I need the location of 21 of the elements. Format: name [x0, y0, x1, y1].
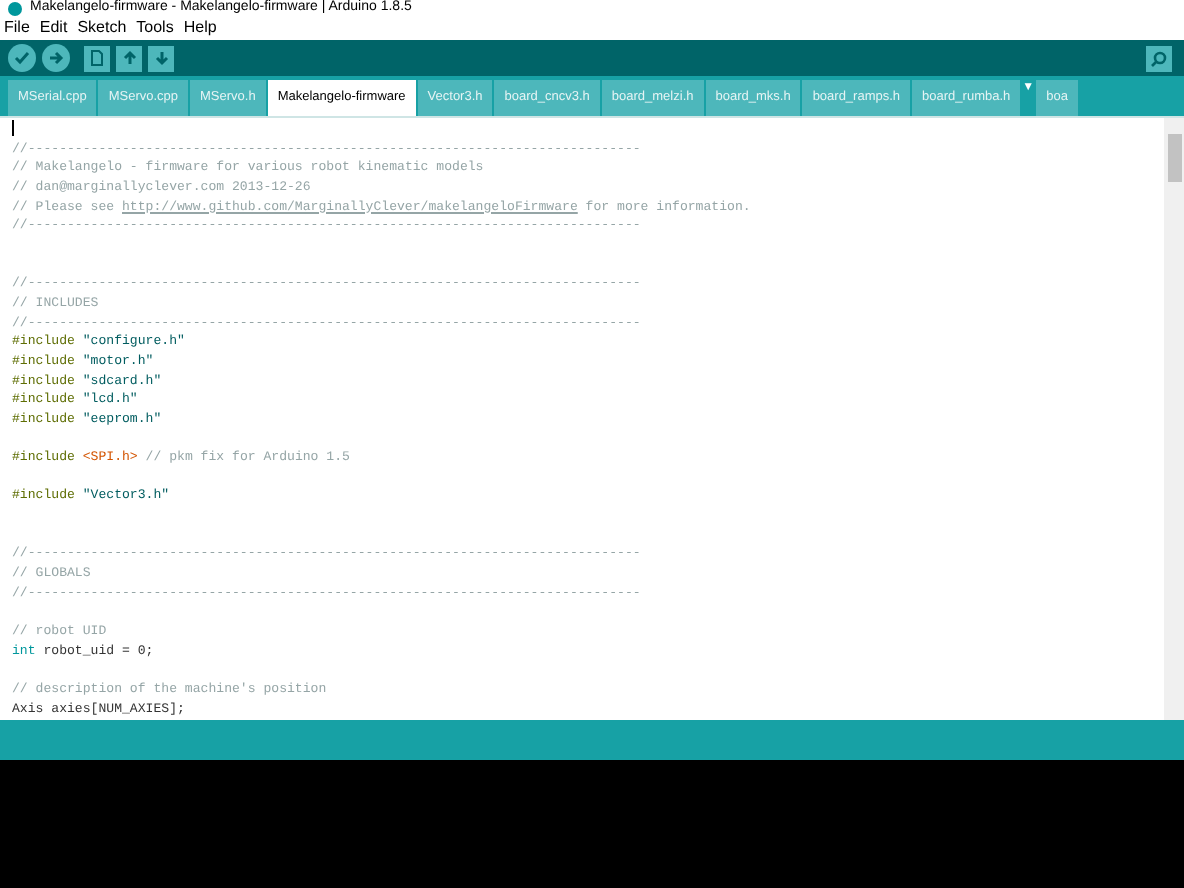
document-icon: [90, 50, 104, 66]
upload-button[interactable]: [42, 44, 70, 72]
menu-item[interactable]: Edit: [39, 16, 68, 40]
arrow-down-icon: [153, 50, 169, 66]
checkmark-icon: [14, 50, 30, 66]
menu-item[interactable]: Tools: [136, 16, 174, 40]
scroll-thumb[interactable]: [1167, 134, 1181, 182]
menu-item[interactable]: File: [4, 16, 30, 40]
search-icon: [1150, 49, 1168, 67]
menu-item[interactable]: Help: [183, 16, 217, 40]
serial-monitor-button[interactable]: [1146, 45, 1172, 71]
arrow-right-icon: [48, 50, 64, 66]
save-button[interactable]: [148, 45, 174, 71]
menu-item[interactable]: Sketch: [77, 16, 127, 40]
text-cursor: [12, 120, 14, 136]
new-sketch-button[interactable]: [84, 45, 110, 71]
arrow-up-icon: [121, 50, 137, 66]
app-icon: [8, 1, 22, 15]
scrollbar[interactable]: [1164, 118, 1184, 720]
verify-button[interactable]: [8, 44, 36, 72]
open-button[interactable]: [116, 45, 142, 71]
